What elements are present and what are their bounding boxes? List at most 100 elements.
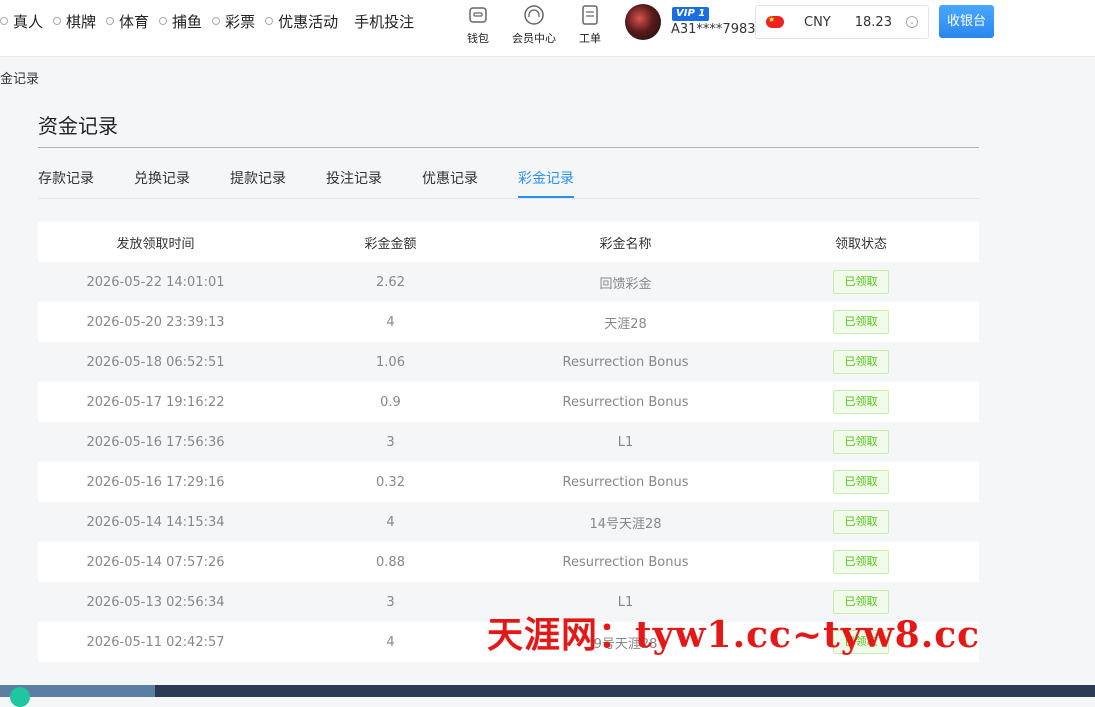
- status-cell: 已领取: [743, 550, 979, 574]
- avatar[interactable]: [625, 4, 661, 40]
- nav-item-sports[interactable]: 体育: [106, 11, 149, 32]
- nav-bullet-icon: [106, 17, 115, 25]
- tab-exchange[interactable]: 兑换记录: [134, 168, 190, 196]
- status-badge: 已领取: [833, 510, 889, 534]
- column-header: 发放领取时间: [116, 236, 195, 252]
- title-divider: [38, 147, 979, 148]
- bonus-name-cell: L1: [617, 434, 634, 450]
- time-cell: 2026-05-18 06:52:51: [86, 354, 225, 370]
- top-navbar: 真人 棋牌 体育 捕鱼 彩票 优惠活动 手机投注 钱包 会员中心 工单 VIP …: [0, 0, 1095, 57]
- headset-icon: [524, 5, 544, 25]
- bonus-name-cell: Resurrection Bonus: [562, 554, 689, 570]
- time-cell: 2026-05-11 02:42:57: [86, 634, 225, 650]
- bonus-name-cell: 14号天涯28: [589, 516, 662, 532]
- tool-label: 会员中心: [512, 32, 556, 45]
- status-cell: 已领取: [743, 510, 979, 534]
- nav-bullet-icon: [212, 17, 221, 25]
- os-taskbar: [0, 685, 1095, 707]
- nav-bullet-icon: [0, 17, 8, 25]
- nav-item-label: 优惠活动: [278, 12, 339, 31]
- status-cell: 已领取: [743, 430, 979, 454]
- time-cell: 2026-05-14 14:15:34: [86, 514, 225, 530]
- member-center-button[interactable]: 会员中心: [506, 0, 562, 46]
- tab-bets[interactable]: 投注记录: [326, 168, 382, 196]
- clipboard-icon: [582, 5, 598, 25]
- user-id: A31****7983: [671, 22, 756, 37]
- time-cell: 2026-05-17 19:16:22: [86, 394, 225, 410]
- wallet-button[interactable]: 钱包: [450, 0, 506, 46]
- breadcrumb: 金记录: [0, 72, 40, 87]
- tab-bonus[interactable]: 彩金记录: [518, 168, 574, 198]
- nav-bullet-icon: [53, 17, 62, 25]
- bonus-records-table: 发放领取时间 彩金金额 彩金名称 领取状态 2026-05-22 14:01:0…: [38, 222, 979, 662]
- time-cell: 2026-05-20 23:39:13: [86, 314, 225, 330]
- status-cell: 已领取: [743, 470, 979, 494]
- ticket-button[interactable]: 工单: [562, 0, 618, 46]
- table-row: 2026-05-18 06:52:51 1.06 Resurrection Bonu…: [38, 342, 979, 382]
- amount-cell: 3: [386, 594, 395, 610]
- status-badge: 已领取: [833, 550, 889, 574]
- status-badge: 已领取: [833, 270, 889, 294]
- tab-deposit[interactable]: 存款记录: [38, 168, 94, 196]
- status-cell: 已领取: [743, 350, 979, 374]
- amount-cell: 4: [386, 314, 395, 330]
- amount-cell: 0.9: [380, 394, 401, 410]
- nav-item-label: 棋牌: [66, 12, 97, 31]
- table-body: 2026-05-22 14:01:01 2.62 回馈彩金 已领取 2026-05-20…: [38, 262, 979, 662]
- chevron-down-icon[interactable]: ⌄: [905, 16, 918, 28]
- table-row: 2026-05-17 19:16:22 0.9 Resurrection Bonus…: [38, 382, 979, 422]
- wallet-icon: [469, 7, 487, 23]
- nav-item-mobile[interactable]: 手机投注: [354, 11, 414, 32]
- bonus-name-cell: Resurrection Bonus: [562, 354, 689, 370]
- start-orb-icon[interactable]: [10, 687, 30, 707]
- amount-cell: 1.06: [376, 354, 405, 370]
- china-flag-icon: [766, 15, 784, 28]
- time-cell: 2026-05-22 14:01:01: [86, 274, 225, 290]
- bonus-name-cell: 天涯28: [604, 316, 647, 332]
- table-header: 发放领取时间 彩金金额 彩金名称 领取状态: [38, 222, 979, 262]
- watermark-logo: 天涯网：tyw1.cc~tyw8.cc: [487, 614, 981, 656]
- currency-code: CNY: [804, 14, 831, 30]
- nav-item-live[interactable]: 真人: [0, 11, 43, 32]
- cashier-button[interactable]: 收银台: [939, 5, 994, 38]
- amount-cell: 4: [386, 634, 395, 650]
- nav-item-label: 捕鱼: [172, 12, 203, 31]
- toolbar: 钱包 会员中心 工单: [450, 0, 618, 46]
- amount-cell: 3: [386, 434, 395, 450]
- nav-item-lottery[interactable]: 彩票: [212, 11, 255, 32]
- nav-item-promotions[interactable]: 优惠活动: [265, 11, 338, 32]
- table-row: 2026-05-14 14:15:34 4 14号天涯28 已领取: [38, 502, 979, 542]
- nav-item-label: 彩票: [225, 12, 256, 31]
- tab-promotions[interactable]: 优惠记录: [422, 168, 478, 196]
- bonus-name-cell: 回馈彩金: [599, 276, 652, 292]
- amount-cell: 2.62: [376, 274, 405, 290]
- page-title: 资金记录: [38, 114, 118, 138]
- nav-item-fishing[interactable]: 捕鱼: [159, 11, 202, 32]
- status-badge: 已领取: [833, 470, 889, 494]
- table-row: 2026-05-16 17:29:16 0.32 Resurrection Bonu…: [38, 462, 979, 502]
- table-row: 2026-05-16 17:56:36 3 L1 已领取: [38, 422, 979, 462]
- nav-item-label: 手机投注: [354, 12, 415, 31]
- amount-cell: 4: [386, 514, 395, 530]
- column-header: 彩金名称: [599, 236, 652, 252]
- nav-item-chess[interactable]: 棋牌: [53, 11, 96, 32]
- status-badge: 已领取: [833, 350, 889, 374]
- vip-badge: VIP 1: [672, 7, 710, 21]
- table-row: 2026-05-20 23:39:13 4 天涯28 已领取: [38, 302, 979, 342]
- tool-label: 钱包: [467, 32, 489, 45]
- nav-bullet-icon: [265, 17, 274, 25]
- table-row: 2026-05-22 14:01:01 2.62 回馈彩金 已领取: [38, 262, 979, 302]
- record-tabs: 存款记录 兑换记录 提款记录 投注记录 优惠记录 彩金记录: [38, 160, 979, 199]
- bonus-name-cell: Resurrection Bonus: [562, 394, 689, 410]
- nav-bullet-icon: [159, 17, 168, 25]
- bonus-name-cell: Resurrection Bonus: [562, 474, 689, 490]
- currency-selector[interactable]: CNY 18.23 ⌄: [755, 5, 929, 39]
- tab-withdraw[interactable]: 提款记录: [230, 168, 286, 196]
- status-badge: 已领取: [833, 430, 889, 454]
- balance-value: 18.23: [854, 14, 892, 30]
- time-cell: 2026-05-16 17:29:16: [86, 474, 225, 490]
- status-cell: 已领取: [743, 310, 979, 334]
- nav-item-label: 真人: [13, 12, 44, 31]
- status-cell: 已领取: [743, 390, 979, 414]
- column-header: 彩金金额: [364, 236, 417, 252]
